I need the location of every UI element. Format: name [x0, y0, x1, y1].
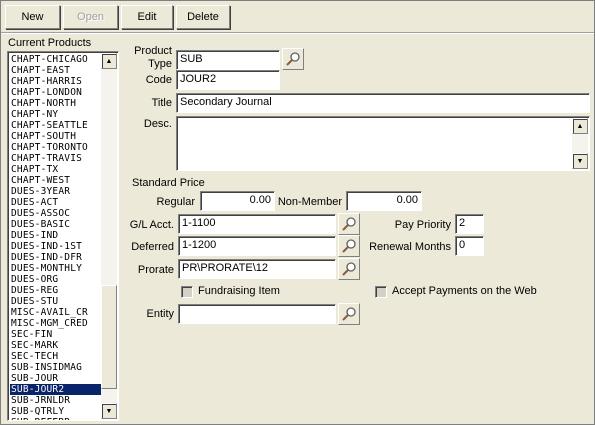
product-list-item[interactable]: MISC-MGM_CRED — [10, 318, 104, 329]
product-list-item[interactable]: SUB-JOUR2 — [10, 384, 104, 395]
fundraising-item-label: Fundraising Item — [198, 285, 280, 297]
product-list-item[interactable]: SEC-TECH — [10, 351, 104, 362]
product-list-item[interactable]: DUES-ASSOC — [10, 208, 104, 219]
product-list-item[interactable]: CHAPT-CHICAGO — [10, 54, 104, 65]
product-list-item[interactable]: CHAPT-TORONTO — [10, 142, 104, 153]
magnifier-icon — [342, 239, 356, 253]
product-list-item[interactable]: DUES-IND-1ST — [10, 241, 104, 252]
gl-account-lookup-button[interactable] — [338, 213, 360, 235]
product-list-item[interactable]: DUES-ORG — [10, 274, 104, 285]
toolbar-divider — [1, 32, 594, 34]
product-list-item[interactable]: SUB-QTRLY — [10, 406, 104, 417]
product-list-item[interactable]: SUB-JOUR — [10, 373, 104, 384]
accept-web-payments-checkbox[interactable] — [375, 286, 387, 298]
arrow-down-icon: ▼ — [105, 407, 113, 415]
standard-price-label: Standard Price — [132, 177, 205, 189]
product-list-item[interactable]: CHAPT-WEST — [10, 175, 104, 186]
magnifier-icon — [286, 52, 300, 66]
fundraising-item-checkbox[interactable] — [181, 286, 193, 298]
product-list-item[interactable]: MISC-AVAIL_CR — [10, 307, 104, 318]
gl-account-field[interactable]: 1-1100 — [178, 214, 336, 234]
code-label: Code — [145, 74, 172, 86]
new-button[interactable]: New — [5, 5, 60, 29]
products-scrollbar[interactable]: ▲ ▼ — [101, 53, 117, 419]
regular-price-field[interactable]: 0.00 — [200, 191, 275, 211]
description-scroll-down-button[interactable]: ▼ — [572, 153, 588, 169]
pay-priority-label: Pay Priority — [394, 219, 451, 231]
product-list-item[interactable]: DUES-ACT — [10, 197, 104, 208]
entity-field[interactable] — [178, 304, 336, 324]
product-list-item[interactable]: CHAPT-TX — [10, 164, 104, 175]
entity-label: Entity — [146, 308, 174, 320]
prorate-field[interactable]: PR\PRORATE\12 — [178, 259, 336, 279]
entity-lookup-button[interactable] — [338, 303, 360, 325]
description-label: Desc. — [143, 118, 172, 130]
product-list-item[interactable]: CHAPT-NORTH — [10, 98, 104, 109]
products-list: CHAPT-CHICAGO CHAPT-EAST CHAPT-HARRIS CHAPT… — [10, 54, 104, 420]
renewal-months-field[interactable]: 0 — [455, 236, 484, 256]
magnifier-icon — [342, 262, 356, 276]
deferred-label: Deferred — [131, 241, 174, 253]
arrow-up-icon: ▲ — [576, 122, 584, 130]
product-list-item[interactable]: CHAPT-SOUTH — [10, 131, 104, 142]
product-list-item[interactable]: SUB-INSIDMAG — [10, 362, 104, 373]
product-type-field[interactable]: SUB — [176, 50, 280, 70]
description-scroll-up-button[interactable]: ▲ — [572, 118, 588, 134]
product-list-item[interactable]: DUES-STU — [10, 296, 104, 307]
renewal-months-label: Renewal Months — [369, 241, 451, 253]
scroll-up-button[interactable]: ▲ — [101, 53, 117, 69]
product-list-item[interactable]: CHAPT-TRAVIS — [10, 153, 104, 164]
accept-web-payments-label: Accept Payments on the Web — [392, 285, 537, 297]
product-type-label-line1: Product — [134, 45, 172, 57]
product-list-item[interactable]: DUES-IND-DFR — [10, 252, 104, 263]
arrow-up-icon: ▲ — [105, 57, 113, 65]
deferred-lookup-button[interactable] — [338, 235, 360, 257]
product-list-item[interactable]: DUES-MONTHLY — [10, 263, 104, 274]
description-text — [177, 117, 589, 121]
product-type-label-line2: Type — [148, 58, 172, 70]
product-list-item[interactable]: CHAPT-LONDON — [10, 87, 104, 98]
product-list-item[interactable]: SUB-REFERR... — [10, 417, 104, 420]
delete-button[interactable]: Delete — [176, 5, 230, 29]
edit-button[interactable]: Edit — [121, 5, 173, 29]
product-list-item[interactable]: DUES-IND — [10, 230, 104, 241]
regular-price-label: Regular — [156, 196, 195, 208]
non-member-price-label: Non-Member — [277, 196, 342, 208]
products-listbox[interactable]: CHAPT-CHICAGO CHAPT-EAST CHAPT-HARRIS CHAPT… — [7, 51, 119, 421]
prorate-lookup-button[interactable] — [338, 258, 360, 280]
magnifier-icon — [342, 307, 356, 321]
product-list-item[interactable]: SUB-JRNLDR — [10, 395, 104, 406]
title-label: Title — [151, 97, 172, 109]
prorate-label: Prorate — [137, 264, 174, 276]
deferred-field[interactable]: 1-1200 — [178, 236, 336, 256]
product-type-label: Product Type — [121, 45, 172, 71]
description-textarea[interactable]: ▲ ▼ — [176, 116, 590, 171]
scroll-down-button[interactable]: ▼ — [101, 403, 117, 419]
product-list-item[interactable]: CHAPT-HARRIS — [10, 76, 104, 87]
product-list-item[interactable]: CHAPT-NY — [10, 109, 104, 120]
product-type-lookup-button[interactable] — [282, 48, 304, 70]
gl-account-label: G/L Acct. — [129, 219, 174, 231]
product-list-item[interactable]: SEC-MARK — [10, 340, 104, 351]
product-list-item[interactable]: CHAPT-EAST — [10, 65, 104, 76]
product-setup-window: New Open Edit Delete Current Products CH… — [0, 0, 595, 425]
title-field[interactable]: Secondary Journal — [176, 93, 590, 113]
product-list-item[interactable]: CHAPT-SEATTLE — [10, 120, 104, 131]
pay-priority-field[interactable]: 2 — [455, 214, 484, 234]
scroll-thumb[interactable] — [101, 285, 117, 389]
product-list-item[interactable]: DUES-3YEAR — [10, 186, 104, 197]
open-button[interactable]: Open — [63, 5, 118, 29]
product-list-item[interactable]: DUES-BASIC — [10, 219, 104, 230]
arrow-down-icon: ▼ — [576, 157, 584, 165]
product-list-item[interactable]: SEC-FIN — [10, 329, 104, 340]
code-field[interactable]: JOUR2 — [176, 70, 280, 90]
current-products-label: Current Products — [8, 37, 92, 49]
magnifier-icon — [342, 217, 356, 231]
non-member-price-field[interactable]: 0.00 — [346, 191, 422, 211]
description-scrollbar[interactable]: ▲ ▼ — [572, 118, 588, 169]
product-list-item[interactable]: DUES-REG — [10, 285, 104, 296]
